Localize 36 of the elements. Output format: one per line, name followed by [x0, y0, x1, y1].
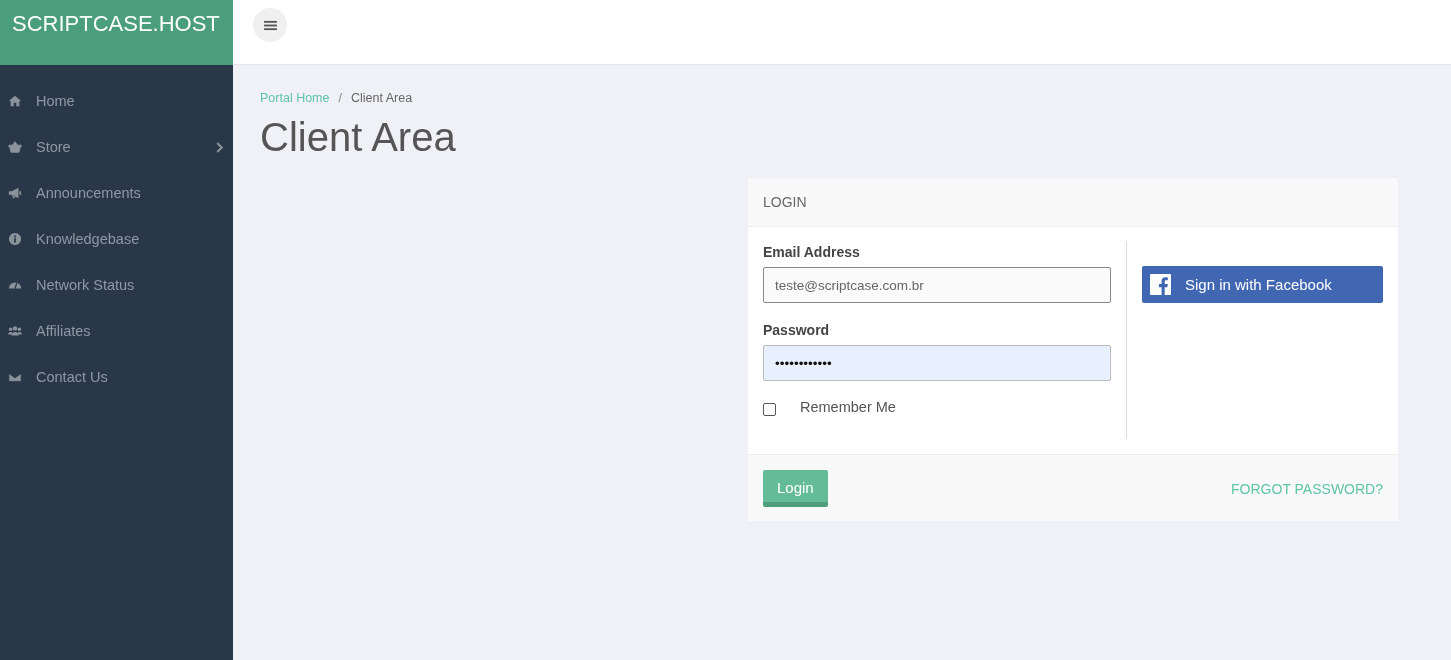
facebook-icon — [1150, 274, 1171, 295]
basket-icon — [8, 140, 22, 154]
sidebar-item[interactable]: Announcements — [0, 170, 233, 216]
sidebar-item-label: Affiliates — [36, 323, 92, 339]
sidebar-item-label: Network Status — [36, 277, 136, 293]
sidebar-item[interactable]: Home — [0, 78, 233, 124]
sidebar-item[interactable]: Store — [0, 124, 233, 170]
users-icon — [8, 324, 22, 338]
card-title: LOGIN — [763, 194, 807, 210]
checkbox-label: Remember Me — [800, 399, 896, 415]
chevron-right-icon — [215, 141, 223, 153]
sidebar-item[interactable]: Network Status — [0, 262, 233, 308]
sidebar-item-label: Store — [36, 139, 72, 155]
sidebar-item[interactable]: Affiliates — [0, 308, 233, 354]
field-label: Email Address — [763, 244, 861, 260]
brand-logo[interactable]: SCRIPTCASE.HOST — [0, 0, 233, 65]
sidebar-item[interactable]: Contact Us — [0, 354, 233, 400]
home-icon — [8, 94, 22, 108]
sidebar-item[interactable]: Knowledgebase — [0, 216, 233, 262]
info-icon — [8, 232, 22, 246]
sidebar-item-label: Knowledgebase — [36, 231, 141, 247]
breadcrumb-text: Client Area — [350, 91, 413, 105]
page-title: Client Area — [260, 115, 457, 160]
menu-button[interactable] — [253, 8, 287, 42]
breadcrumb-text: / — [338, 91, 342, 105]
facebook-signin-button[interactable]: Sign in with Facebook — [1142, 266, 1383, 303]
field-label: Password — [763, 322, 831, 338]
login-button[interactable]: Login — [763, 470, 828, 507]
checkbox[interactable] — [763, 403, 776, 416]
sidebar-item-label: Home — [36, 93, 76, 109]
password-field[interactable]: •••••••••••• — [763, 345, 1111, 381]
megaphone-icon — [8, 186, 22, 200]
email-field[interactable]: teste@scriptcase.com.br — [763, 267, 1111, 303]
sidebar-item-label: Announcements — [36, 185, 142, 201]
sidebar-item-label: Contact Us — [36, 369, 109, 385]
menu-icon — [263, 19, 277, 31]
